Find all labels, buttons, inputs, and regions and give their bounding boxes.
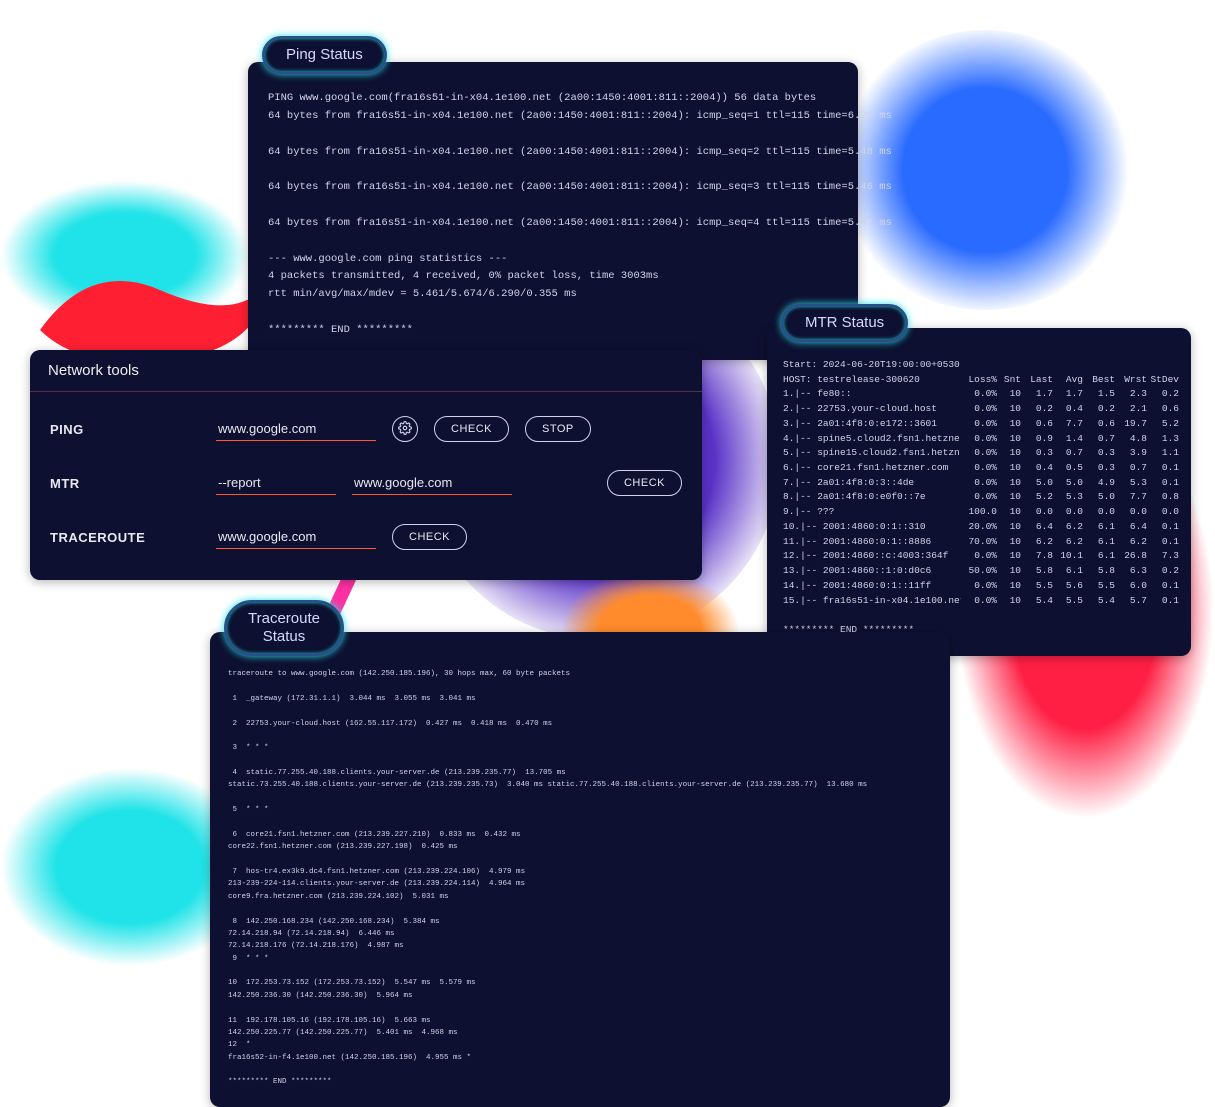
traceroute-host-input[interactable] — [216, 525, 376, 549]
ping-status-panel: Ping Status PING www.google.com(fra16s51… — [248, 62, 858, 360]
ping-host-input[interactable] — [216, 417, 376, 441]
ping-settings-button[interactable] — [392, 416, 418, 442]
ping-stop-button[interactable]: STOP — [525, 416, 591, 442]
mtr-status-badge: MTR Status — [781, 304, 908, 342]
mtr-status-panel: MTR Status Start: 2024-06-20T19:00:00+05… — [767, 328, 1191, 656]
mtr-options-input[interactable] — [216, 471, 336, 495]
mtr-check-button[interactable]: CHECK — [607, 470, 682, 496]
mtr-row: MTR CHECK — [50, 470, 682, 496]
traceroute-label: TRACEROUTE — [50, 530, 200, 545]
ping-status-badge: Ping Status — [262, 36, 387, 74]
ping-terminal-output: PING www.google.com(fra16s51-in-x04.1e10… — [268, 90, 838, 340]
traceroute-row: TRACEROUTE CHECK — [50, 524, 682, 550]
traceroute-status-panel: Traceroute Status traceroute to www.goog… — [210, 632, 950, 1107]
network-tools-header: Network tools — [30, 350, 702, 392]
traceroute-check-button[interactable]: CHECK — [392, 524, 467, 550]
network-tools-panel: Network tools PING CHECK STOP MTR CHECK … — [30, 350, 702, 580]
mtr-host-input[interactable] — [352, 471, 512, 495]
ping-check-button[interactable]: CHECK — [434, 416, 509, 442]
traceroute-status-badge: Traceroute Status — [224, 600, 344, 656]
traceroute-terminal-output: traceroute to www.google.com (142.250.18… — [228, 668, 932, 1089]
mtr-label: MTR — [50, 476, 200, 491]
ping-row: PING CHECK STOP — [50, 416, 682, 442]
mtr-terminal-output: Start: 2024-06-20T19:00:00+0530HOST: tes… — [783, 358, 1175, 638]
ping-label: PING — [50, 422, 200, 437]
gear-icon — [398, 421, 412, 438]
